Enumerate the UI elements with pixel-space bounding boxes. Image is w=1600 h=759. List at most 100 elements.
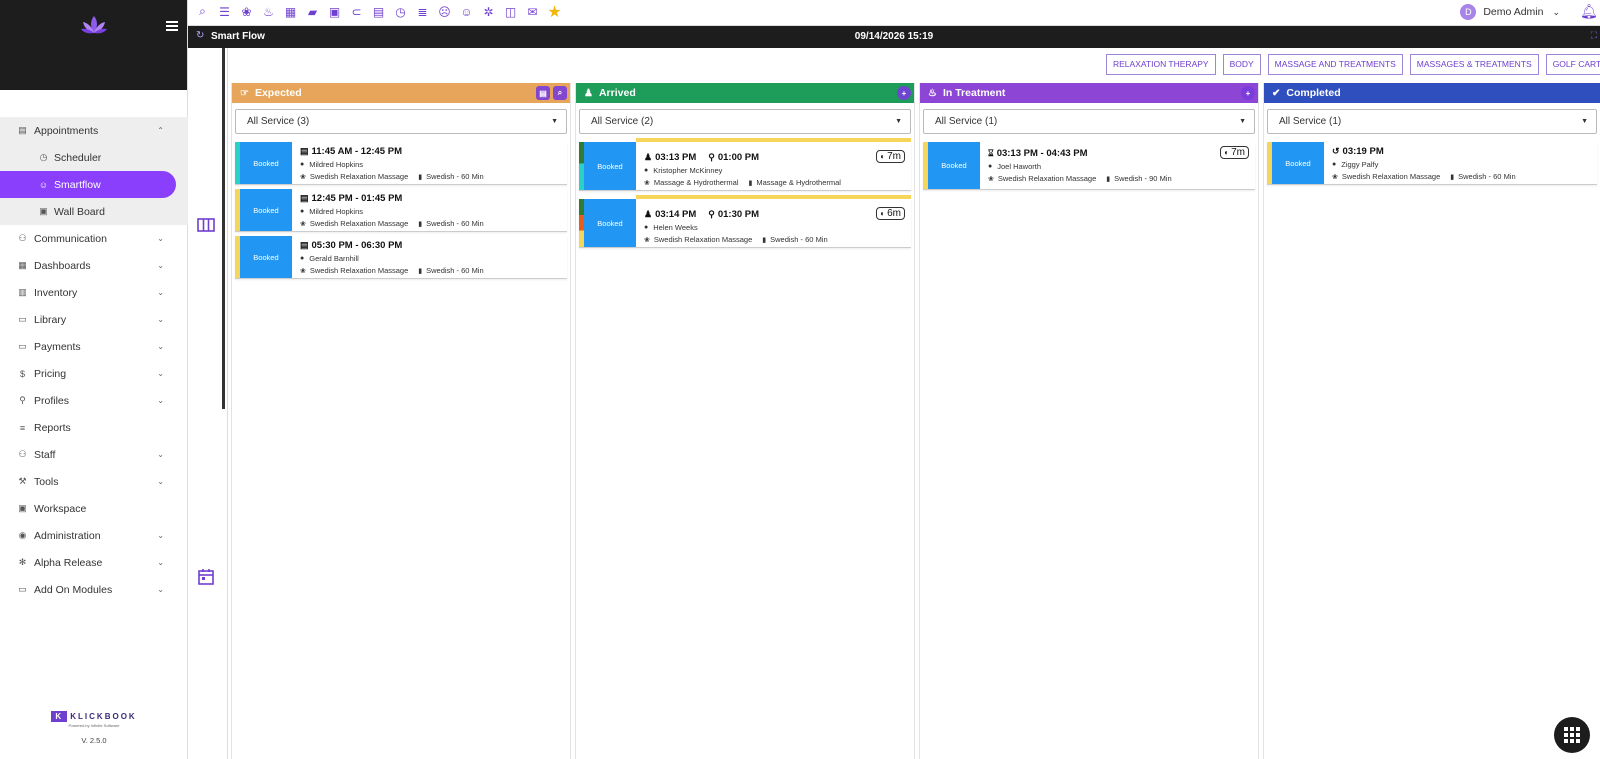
columns-view-icon[interactable]	[197, 216, 215, 234]
column-title: In Treatment	[942, 87, 1006, 99]
add-arrival-icon[interactable]: +	[897, 86, 911, 100]
service-select[interactable]: All Service (2) ▼	[579, 109, 911, 134]
document-icon: ▮	[418, 220, 423, 228]
sidebar-item-staff[interactable]: ⚇ Staff ⌄	[0, 441, 188, 468]
bug-icon[interactable]: ✲	[480, 3, 497, 20]
yellow-indicator	[636, 195, 911, 199]
calendar-view-icon[interactable]	[197, 568, 215, 586]
appointment-card[interactable]: Booked ▤ 11:45 AM - 12:45 PM ● Mildred Hop…	[235, 142, 567, 185]
lotus-icon: ❀	[300, 220, 306, 228]
service-variant: Swedish - 90 Min	[1114, 174, 1172, 183]
card-info: ↺ 03:19 PM ● Ziggy Palfy ❀ Swedish Relaxati…	[1324, 142, 1597, 184]
card-info: ▤ 11:45 AM - 12:45 PM ● Mildred Hopkins ❀ S…	[292, 142, 567, 184]
sidebar-item-appointments[interactable]: ▤ Appointments ⌃	[0, 117, 188, 144]
document-icon: ▮	[748, 179, 753, 187]
arrival-time: 03:14 PM	[655, 209, 697, 220]
star-icon[interactable]: ★	[546, 3, 563, 21]
filter-golf-cart[interactable]: GOLF CART	[1545, 54, 1600, 75]
filter-relaxation-therapy[interactable]: RELAXATION THERAPY	[1106, 54, 1216, 75]
sidebar-item-wall-board[interactable]: ▣ Wall Board	[0, 198, 188, 225]
smile-icon[interactable]: ☺	[458, 3, 475, 20]
clock-icon[interactable]: ◷	[392, 3, 409, 20]
sidebar-item-inventory[interactable]: ▥ Inventory ⌄	[0, 279, 188, 306]
sidebar-item-workspace[interactable]: ▣ Workspace	[0, 495, 188, 522]
filter-massage-and-treatments[interactable]: MASSAGE AND TREATMENTS	[1267, 54, 1403, 75]
client-name: Helen Weeks	[653, 223, 698, 232]
sidebar-item-tools[interactable]: ⚒ Tools ⌄	[0, 468, 188, 495]
user-menu[interactable]: D Demo Admin ⌄	[1460, 4, 1560, 20]
sidebar-item-label: Dashboards	[34, 259, 91, 272]
timer-icon: ◐	[880, 152, 886, 161]
appointment-card[interactable]: Booked ▤ 05:30 PM - 06:30 PM ● Gerald Barn…	[235, 236, 567, 279]
money-icon[interactable]: ▣	[326, 3, 343, 20]
search-person-icon[interactable]: ⌕	[553, 86, 567, 100]
sidebar-item-smartflow[interactable]: ☺ Smartflow	[0, 171, 176, 198]
ticket-icon[interactable]: ⊂	[348, 3, 365, 20]
sidebar-item-label: Reports	[34, 421, 71, 434]
elapsed-timer: ◐ 7m	[1220, 146, 1249, 159]
sidebar-item-label: Profiles	[34, 394, 70, 407]
sidebar-item-reports[interactable]: ≡ Reports	[0, 414, 188, 441]
list-icon[interactable]: ≣	[414, 3, 431, 20]
appointment-card[interactable]: Booked ⌛︎ 03:13 PM - 04:43 PM ● Joel Hawor…	[923, 142, 1255, 190]
bell-icon[interactable]: 🔔︎	[1580, 3, 1598, 21]
calendar-icon: ▤	[300, 240, 309, 250]
sidebar-item-alpha-release[interactable]: ✻ Alpha Release ⌄	[0, 549, 188, 576]
sidebar-item-communication[interactable]: ⚇ Communication ⌄	[0, 225, 188, 252]
chevron-down-icon: ⌄	[157, 288, 164, 297]
calendar-icon[interactable]: ▤	[370, 3, 387, 20]
column-header: ✔ Completed	[1264, 83, 1600, 103]
service-select[interactable]: All Service (1) ▼	[1267, 109, 1597, 134]
massage-icon: ♨	[928, 87, 937, 99]
menu-toggle-icon[interactable]	[166, 21, 178, 31]
appointment-card[interactable]: Booked ♟ 03:13 PM ⚲ 01:00 PM ● Kristopher Mc…	[579, 138, 911, 191]
column-expected: ☞ Expected ▤ ⌕ All Service (3) ▼ Booked ▤…	[231, 83, 571, 759]
service-select[interactable]: All Service (3) ▼	[235, 109, 567, 134]
service-select[interactable]: All Service (1) ▼	[923, 109, 1255, 134]
sidebar-item-library[interactable]: ▭ Library ⌄	[0, 306, 188, 333]
calendar-icon: ▤	[300, 146, 309, 156]
sidebar-item-profiles[interactable]: ⚲ Profiles ⌄	[0, 387, 188, 414]
apps-icon[interactable]: ▦	[282, 3, 299, 20]
filter-massages-treatments[interactable]: MASSAGES & TREATMENTS	[1409, 54, 1539, 75]
list-icon: ≡	[19, 422, 26, 433]
calendar-add-icon[interactable]: ▤	[536, 86, 550, 100]
search-icon[interactable]: ⌕	[194, 3, 211, 20]
briefcase-icon[interactable]: ▰	[304, 3, 321, 20]
apps-grid-button[interactable]	[1554, 717, 1590, 753]
person-icon: ⚲	[19, 395, 26, 405]
scroll-indicator[interactable]	[222, 48, 225, 409]
status-badge: Booked	[584, 142, 636, 190]
client-name: Mildred Hopkins	[309, 160, 364, 169]
sidebar-item-label: Add On Modules	[34, 583, 113, 596]
sliders-icon[interactable]: ☰	[216, 3, 233, 20]
face-icon[interactable]: ☹	[436, 3, 453, 20]
appointment-card[interactable]: Booked ♟ 03:14 PM ⚲ 01:30 PM ● Helen Weeks ❀…	[579, 195, 911, 248]
checkout-icon: ↺	[1332, 146, 1340, 156]
fullscreen-icon[interactable]: ⛶	[1591, 30, 1597, 41]
column-arrived: ♟ Arrived + All Service (2) ▼ Booked ♟ 03:…	[575, 83, 915, 759]
sidebar-item-add-on-modules[interactable]: ▭ Add On Modules ⌄	[0, 576, 188, 603]
board-icon[interactable]: ◫	[502, 3, 519, 20]
sidebar-nav: ▤ Appointments ⌃ ◷ Scheduler ☺ Smartflow…	[0, 117, 188, 603]
sidebar-item-payments[interactable]: ▭ Payments ⌄	[0, 333, 188, 360]
chat-icon[interactable]: ✉	[524, 3, 541, 20]
spa-icon[interactable]: ♨	[260, 3, 277, 20]
folder-icon: ▭	[18, 584, 27, 594]
klickbook-logo: K KLICKBOOK	[0, 711, 188, 722]
status-badge: Booked	[584, 199, 636, 247]
people-icon: ⚇	[18, 449, 27, 459]
sidebar-item-dashboards[interactable]: ▦ Dashboards ⌄	[0, 252, 188, 279]
appointment-card[interactable]: Booked ↺ 03:19 PM ● Ziggy Palfy ❀ Swedish R…	[1267, 142, 1597, 185]
chevron-down-icon: ⌄	[157, 396, 164, 405]
sidebar-item-pricing[interactable]: $ Pricing ⌄	[0, 360, 188, 387]
client-name: Gerald Barnhill	[309, 254, 359, 263]
appointment-time: 03:13 PM - 04:43 PM	[996, 148, 1088, 159]
toolbar-icons: ⌕ ☰ ❀ ♨ ▦ ▰ ▣ ⊂ ▤ ◷ ≣ ☹ ☺ ✲ ◫ ✉ ★	[194, 3, 563, 21]
appointment-card[interactable]: Booked ▤ 12:45 PM - 01:45 PM ● Mildred Hop…	[235, 189, 567, 232]
add-person-icon[interactable]: +	[1241, 86, 1255, 100]
sidebar-item-scheduler[interactable]: ◷ Scheduler	[0, 144, 188, 171]
sidebar-item-administration[interactable]: ◉ Administration ⌄	[0, 522, 188, 549]
lotus-icon[interactable]: ❀	[238, 3, 255, 20]
filter-body[interactable]: BODY	[1222, 54, 1261, 75]
